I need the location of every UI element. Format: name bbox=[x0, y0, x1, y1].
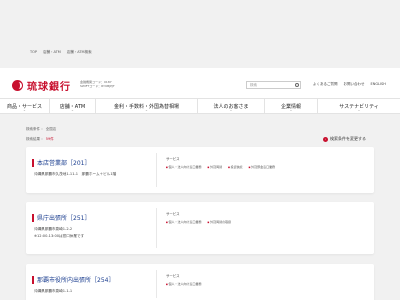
bank-codes: 金融機関コード：0187 SWIFTコード：RYUBJPJT bbox=[80, 80, 115, 88]
result-count: 検索結果 ： 59件 bbox=[26, 137, 54, 142]
english-link[interactable]: ENGLISH bbox=[371, 82, 386, 87]
branch-name[interactable]: 県庁出張所［251］ bbox=[32, 213, 90, 222]
nav-item-rates[interactable]: 金利・手数料・外国為替相場 ⌄ bbox=[96, 99, 198, 113]
chevron-down-icon: ⌄ bbox=[229, 108, 233, 112]
services-list: 個人・法人向け窓口業務 bbox=[166, 282, 202, 286]
service-item: 外貨両替 bbox=[208, 165, 222, 169]
branch-card: 本店営業部［201］ 沖縄県那覇市久茂地1-11-1 那覇ホーム＋ビル1階 サー… bbox=[26, 147, 374, 193]
branch-address: 沖縄県那覇市泉崎1-2-2 bbox=[34, 227, 73, 231]
branch-hours-note: ※12:00-13:00は窓口休業です bbox=[34, 234, 85, 238]
branch-name-text: 本店営業部［201］ bbox=[37, 160, 91, 167]
service-item: 個人・法人向け窓口業務 bbox=[166, 220, 202, 224]
branch-name[interactable]: 那覇市役所内出張所［254］ bbox=[32, 275, 114, 284]
global-nav: 商品・サービス ⌄ 店舗・ATM ⌄ 金利・手数料・外国為替相場 ⌄ 法人のお客… bbox=[0, 98, 400, 114]
change-condition-label: 検索条件を変更する bbox=[330, 136, 366, 141]
title-accent bbox=[32, 275, 34, 284]
services-label: サービス bbox=[166, 212, 180, 216]
branch-card: 那覇市役所内出張所［254］ 沖縄県那覇市泉崎1-1-1 サービス 個人・法人向… bbox=[26, 264, 374, 300]
card-divider bbox=[156, 208, 157, 248]
nav-item-company[interactable]: 企業情報 ⌄ bbox=[265, 99, 318, 113]
service-item: 個人・法人向け窓口業務 bbox=[166, 282, 202, 286]
branch-name[interactable]: 本店営業部［201］ bbox=[32, 158, 90, 167]
service-item: 外貨両替の取扱 bbox=[208, 220, 231, 224]
services-label: サービス bbox=[166, 157, 180, 161]
bank-logo[interactable]: 琉球銀行 bbox=[12, 78, 71, 93]
services-list: 個人・法人向け窓口業務 外貨両替 投資信託 外貨預金窓口業務 bbox=[166, 165, 276, 169]
service-item: 外貨預金窓口業務 bbox=[249, 165, 275, 169]
service-item: 投資信託 bbox=[228, 165, 243, 169]
change-condition-link[interactable]: › 検索条件を変更する bbox=[323, 136, 366, 142]
top-bar bbox=[0, 0, 400, 40]
search-placeholder: 検索 bbox=[250, 83, 257, 87]
services-list: 個人・法人向け窓口業務 外貨両替の取扱 bbox=[166, 220, 232, 224]
services-label: サービス bbox=[166, 274, 180, 278]
card-divider bbox=[156, 153, 157, 187]
chevron-down-icon: ⌄ bbox=[357, 108, 361, 112]
swift-code: SWIFTコード：RYUBJPJT bbox=[80, 84, 115, 88]
chevron-down-icon: ⌄ bbox=[71, 108, 74, 112]
arrow-right-icon: › bbox=[323, 136, 328, 142]
branch-name-text: 県庁出張所［251］ bbox=[37, 215, 91, 222]
service-item: 個人・法人向け窓口業務 bbox=[166, 165, 202, 169]
title-accent bbox=[32, 158, 34, 167]
title-accent bbox=[32, 213, 34, 222]
site-header: 琉球銀行 金融機関コード：0187 SWIFTコード：RYUBJPJT 検索 よ… bbox=[0, 68, 400, 98]
breadcrumb-item[interactable]: TOP bbox=[30, 50, 37, 55]
branch-name-text: 那覇市役所内出張所［254］ bbox=[37, 277, 115, 284]
nav-item-products[interactable]: 商品・サービス ⌄ bbox=[0, 99, 50, 113]
breadcrumb-item: 店舗・ATM検索 bbox=[66, 50, 92, 54]
search-condition: 検索条件 ： 全国店 bbox=[26, 127, 57, 131]
header-links: よくあるご質問 お問い合わせ ENGLISH bbox=[313, 82, 386, 87]
breadcrumb: TOP 店舗・ATM 店舗・ATM検索 bbox=[30, 50, 92, 55]
chevron-down-icon: ⌄ bbox=[145, 108, 148, 112]
branch-address: 沖縄県那覇市久茂地1-11-1 那覇ホーム＋ビル1階 bbox=[34, 172, 117, 176]
nav-item-sustainability[interactable]: サステナビリティ ⌄ bbox=[318, 99, 400, 113]
logo-text: 琉球銀行 bbox=[27, 82, 71, 93]
contact-link[interactable]: お問い合わせ bbox=[344, 82, 365, 87]
chevron-down-icon: ⌄ bbox=[23, 108, 26, 112]
card-divider bbox=[156, 270, 157, 298]
result-count-label: 検索結果 ： bbox=[26, 137, 46, 141]
breadcrumb-item[interactable]: 店舗・ATM bbox=[43, 50, 61, 55]
chevron-down-icon: ⌄ bbox=[289, 108, 293, 112]
faq-link[interactable]: よくあるご質問 bbox=[313, 82, 338, 87]
search-input[interactable]: 検索 bbox=[246, 81, 301, 89]
nav-item-stores[interactable]: 店舗・ATM ⌄ bbox=[50, 99, 96, 113]
branch-card: 県庁出張所［251］ 沖縄県那覇市泉崎1-2-2 ※12:00-13:00は窓口… bbox=[26, 202, 374, 254]
branch-address: 沖縄県那覇市泉崎1-1-1 bbox=[34, 289, 73, 293]
nav-item-corporate[interactable]: 法人のお客さま ⌄ bbox=[198, 99, 265, 113]
result-count-value: 59件 bbox=[45, 137, 54, 141]
search-icon[interactable] bbox=[295, 83, 299, 87]
logo-mark-icon bbox=[12, 80, 23, 91]
